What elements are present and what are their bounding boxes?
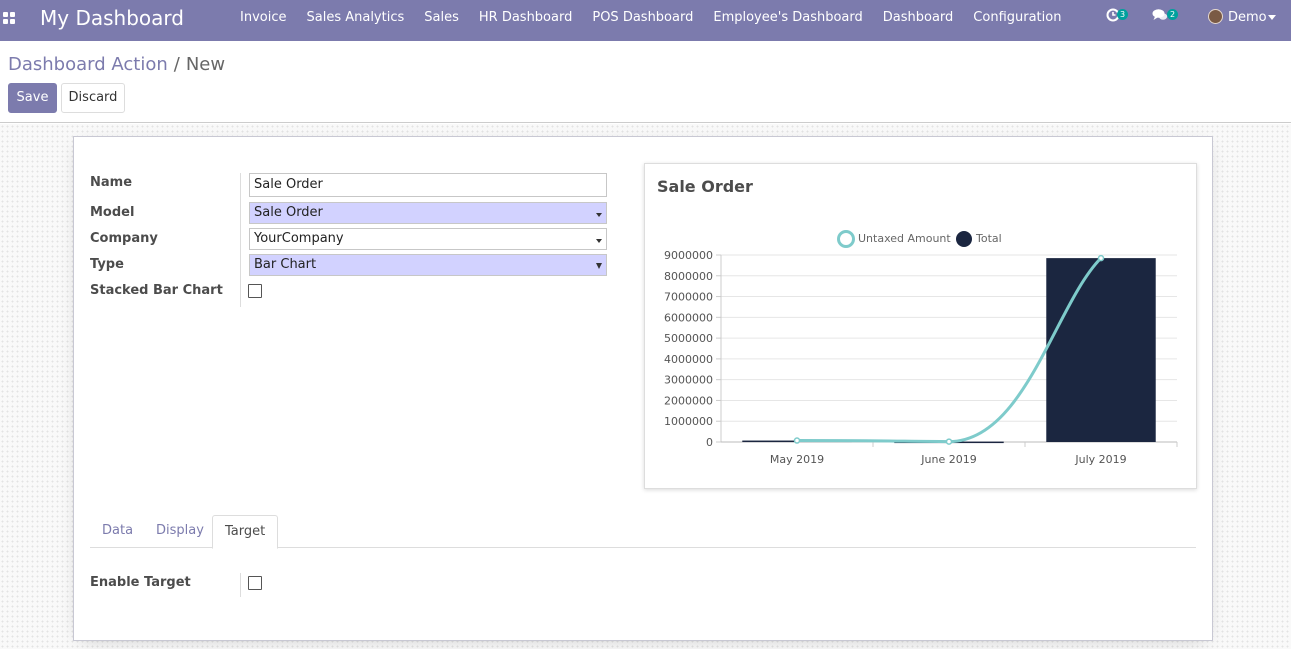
model-value: Sale Order [254, 205, 323, 220]
apps-menu-icon[interactable] [3, 12, 15, 24]
breadcrumb-current: New [185, 54, 226, 75]
enable-target-label: Enable Target [90, 575, 191, 590]
y-tick-label: 1000000 [664, 415, 713, 428]
line-point [1097, 254, 1105, 262]
y-tick-label: 3000000 [664, 374, 713, 387]
menu-item-hr-dashboard[interactable]: HR Dashboard [469, 0, 582, 41]
user-name: Demo [1228, 10, 1267, 25]
breadcrumb-parent[interactable]: Dashboard Action [8, 54, 168, 75]
top-navbar: My Dashboard Invoice Sales Analytics Sal… [0, 0, 1291, 41]
stacked-bar-chart-label: Stacked Bar Chart [90, 283, 223, 298]
stacked-bar-chart-checkbox[interactable] [248, 284, 262, 298]
y-tick-label: 7000000 [664, 291, 713, 304]
chat-bubbles-icon [1152, 9, 1168, 20]
company-select[interactable]: YourCompany [249, 228, 607, 250]
control-panel: Dashboard Action / New Save Discard [0, 41, 1291, 123]
type-value: Bar Chart [254, 257, 317, 272]
menu-item-sales[interactable]: Sales [414, 0, 469, 41]
menu-item-pos-dashboard[interactable]: POS Dashboard [582, 0, 703, 41]
line-point [945, 438, 953, 445]
tab-data[interactable]: Data [90, 515, 145, 548]
menu-item-invoice[interactable]: Invoice [230, 0, 296, 41]
x-tick-label: June 2019 [920, 453, 976, 466]
activity-count-badge: 3 [1117, 9, 1129, 20]
y-tick-label: 8000000 [664, 270, 713, 283]
menu-item-employees-dashboard[interactable]: Employee's Dashboard [703, 0, 872, 41]
messages-button[interactable]: 2 [1152, 8, 1179, 26]
activity-button[interactable]: 3 [1106, 8, 1129, 26]
breadcrumb-separator: / [173, 54, 180, 75]
breadcrumb: Dashboard Action / New [8, 54, 225, 75]
y-tick-label: 0 [706, 436, 713, 449]
chevron-down-icon [1268, 15, 1276, 20]
chart-area: 0 1000000 2000000 3000000 4000000 5000000 6000… [664, 230, 1178, 466]
chevron-down-icon [596, 213, 602, 217]
main-menu: Invoice Sales Analytics Sales HR Dashboa… [230, 0, 1071, 41]
model-label: Model [90, 205, 135, 220]
enable-target-checkbox[interactable] [248, 576, 262, 590]
legend-marker-total [956, 231, 972, 247]
x-tick-label: May 2019 [770, 453, 824, 466]
tab-target[interactable]: Target [212, 515, 279, 549]
x-tick-label: July 2019 [1074, 453, 1126, 466]
y-tick-label: 9000000 [664, 249, 713, 262]
y-tick-label: 2000000 [664, 394, 713, 407]
company-value: YourCompany [254, 231, 344, 246]
label-divider [240, 173, 241, 307]
model-select[interactable]: Sale Order [249, 202, 607, 224]
chart-preview-card: Sale Order 0 1000000 2000000 3000000 4000000… [644, 163, 1197, 489]
y-tick-label: 4000000 [664, 353, 713, 366]
legend-marker-untaxed-amount [837, 230, 855, 248]
app-brand[interactable]: My Dashboard [40, 6, 184, 30]
avatar [1208, 9, 1223, 24]
chevron-down-icon [596, 263, 602, 269]
type-label: Type [90, 257, 124, 272]
name-input[interactable]: Sale Order [249, 173, 607, 197]
form-view-background: Name Model Company Type Stacked Bar Char… [0, 124, 1291, 649]
form-sheet: Name Model Company Type Stacked Bar Char… [73, 136, 1213, 641]
y-tick-label: 6000000 [664, 311, 713, 324]
messages-count-badge: 2 [1167, 9, 1179, 20]
tab-display[interactable]: Display [144, 515, 216, 548]
type-select[interactable]: Bar Chart [249, 254, 607, 276]
notebook-tabs: Data Display Target [90, 515, 1196, 549]
save-button[interactable]: Save [8, 83, 57, 113]
legend-label-total: Total [975, 232, 1002, 245]
name-label: Name [90, 175, 133, 190]
menu-item-dashboard[interactable]: Dashboard [873, 0, 964, 41]
label-divider [240, 573, 241, 597]
chevron-down-icon [596, 239, 602, 243]
legend-label-untaxed-amount: Untaxed Amount [858, 232, 951, 245]
bar-total [1046, 258, 1156, 442]
line-point [793, 437, 801, 444]
y-tick-label: 5000000 [664, 332, 713, 345]
menu-item-configuration[interactable]: Configuration [963, 0, 1071, 41]
menu-item-sales-analytics[interactable]: Sales Analytics [296, 0, 414, 41]
discard-button[interactable]: Discard [61, 83, 125, 113]
company-label: Company [90, 231, 158, 246]
